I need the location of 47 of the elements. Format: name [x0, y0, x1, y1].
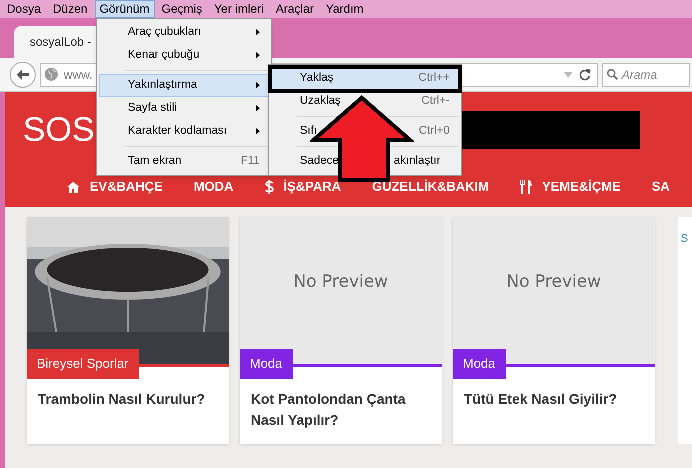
article-title[interactable]: Tütü Etek Nasıl Giyilir?	[464, 389, 644, 410]
menu-item[interactable]: Karakter kodlaması	[99, 120, 269, 143]
menu-bar-item[interactable]: Yardım	[321, 0, 369, 18]
menu-bar-item[interactable]: Düzen	[48, 0, 93, 18]
menu-bar-item[interactable]: Yer imleri	[209, 0, 269, 18]
cutlery-icon	[520, 180, 532, 194]
category-tag[interactable]: Moda	[240, 349, 293, 379]
dollar-icon	[264, 180, 274, 194]
search-icon	[607, 69, 618, 80]
url-text: www.	[64, 66, 93, 84]
menu-item[interactable]: Sadece akınlaştır	[271, 150, 459, 173]
nav-link[interactable]: EV&BAHÇE	[67, 177, 163, 197]
article-card[interactable]: No Preview Moda Kot Pantolondan Çanta Nasıl Yapılır?	[240, 217, 442, 444]
menu-bar-item[interactable]: Dosya	[2, 0, 46, 18]
menu-item[interactable]: Sıfı Ctrl+0	[271, 120, 459, 143]
article-card[interactable]: No Preview Moda Tütü Etek Nasıl Giyilir?	[453, 217, 655, 444]
menu-item[interactable]: Sayfa stili	[99, 97, 269, 120]
menu-item[interactable]: Tam ekran F11	[99, 150, 269, 173]
nav-link[interactable]: GÜZELLİK&BAKIM	[372, 177, 490, 197]
article-title[interactable]: Trambolin Nasıl Kurulur?	[38, 389, 218, 410]
reload-icon	[579, 68, 591, 80]
home-icon	[67, 182, 80, 192]
menu-item[interactable]: Uzaklaş Ctrl+-	[271, 90, 459, 113]
back-arrow-icon	[17, 70, 29, 80]
nav-link[interactable]: YEME&İÇME	[520, 177, 621, 197]
menu-bar-item[interactable]: Görünüm	[94, 0, 155, 18]
submenu-arrow-icon	[256, 128, 260, 135]
globe-icon	[45, 68, 58, 81]
dropdown-icon	[564, 72, 573, 78]
nav-link[interactable]: İŞ&PARA	[264, 177, 342, 197]
submenu-arrow-icon	[256, 82, 260, 89]
menu-bar-item[interactable]: Araçlar	[270, 0, 319, 18]
submenu-arrow-icon	[256, 52, 260, 59]
menu-bar-item[interactable]: Geçmiş	[156, 0, 208, 18]
menu-item[interactable]: Yakınlaştırma	[99, 74, 269, 97]
back-button[interactable]	[10, 62, 36, 88]
submenu-arrow-icon	[256, 29, 260, 36]
site-logo[interactable]: SOS	[23, 112, 95, 146]
nav-link[interactable]: MODA	[194, 177, 234, 197]
submenu-arrow-icon	[256, 105, 260, 112]
sidebar-text: S	[681, 232, 690, 247]
category-tag[interactable]: Bireysel Sporlar	[27, 349, 139, 379]
search-field[interactable]: Arama	[602, 62, 690, 86]
article-card[interactable]: Bireysel Sporlar Trambolin Nasıl Kurulur?	[27, 217, 229, 444]
article-title[interactable]: Kot Pantolondan Çanta Nasıl Yapılır?	[251, 389, 431, 431]
category-tag[interactable]: Moda	[453, 349, 506, 379]
nav-link[interactable]: SA	[652, 177, 670, 197]
